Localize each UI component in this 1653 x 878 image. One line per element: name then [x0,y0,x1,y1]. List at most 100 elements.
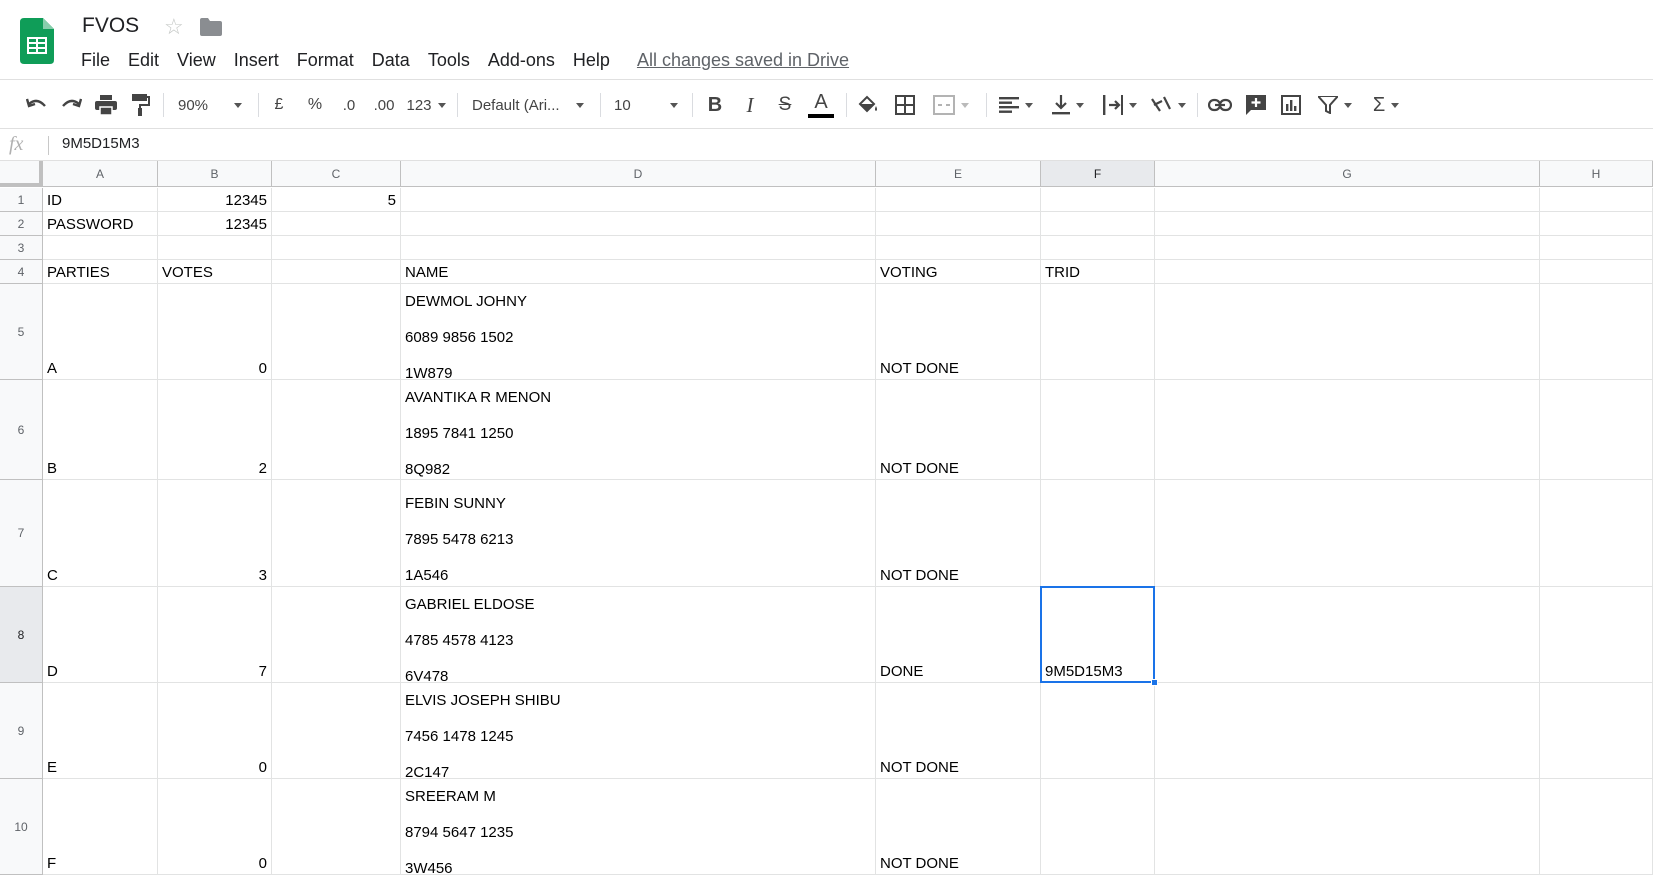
select-all-corner[interactable] [0,161,43,187]
cell-a8[interactable]: D [43,587,158,683]
cell-a10[interactable]: F [43,779,158,875]
cell-d1[interactable] [401,188,876,212]
cell-d8[interactable]: GABRIEL ELDOSE 4785 4578 4123 6V478 [401,587,876,683]
cell-a5[interactable]: A [43,284,158,380]
zoom-dropdown[interactable]: 90% [170,89,250,121]
cell-f2[interactable] [1041,212,1155,236]
cell-f6[interactable] [1041,380,1155,480]
menu-help[interactable]: Help [564,48,619,73]
menu-tools[interactable]: Tools [419,48,479,73]
percent-format-button[interactable]: % [302,89,328,121]
vertical-align-button[interactable] [1046,89,1090,121]
cell-h5[interactable] [1540,284,1653,380]
cell-e2[interactable] [876,212,1041,236]
cell-a6[interactable]: B [43,380,158,480]
cell-b6[interactable]: 2 [158,380,272,480]
cell-b7[interactable]: 3 [158,480,272,587]
cell-e5[interactable]: NOT DONE [876,284,1041,380]
cell-e3[interactable] [876,236,1041,260]
cell-e6[interactable]: NOT DONE [876,380,1041,480]
cell-c1[interactable]: 5 [272,188,401,212]
insert-link-button[interactable] [1204,89,1236,121]
cell-g2[interactable] [1155,212,1540,236]
cell-e10[interactable]: NOT DONE [876,779,1041,875]
row-header-10[interactable]: 10 [0,779,43,875]
cell-c2[interactable] [272,212,401,236]
row-header-4[interactable]: 4 [0,260,43,284]
cell-f5[interactable] [1041,284,1155,380]
text-rotation-button[interactable] [1146,89,1190,121]
row-header-8[interactable]: 8 [0,587,43,683]
bold-button[interactable]: B [700,89,730,121]
cell-e4[interactable]: VOTING [876,260,1041,284]
cell-f3[interactable] [1041,236,1155,260]
cell-f10[interactable] [1041,779,1155,875]
italic-button[interactable]: I [735,89,765,121]
cell-b5[interactable]: 0 [158,284,272,380]
cell-g6[interactable] [1155,380,1540,480]
insert-comment-button[interactable] [1240,89,1272,121]
cell-h8[interactable] [1540,587,1653,683]
fill-handle[interactable] [1151,679,1158,686]
cell-h7[interactable] [1540,480,1653,587]
cell-d5[interactable]: DEWMOL JOHNY 6089 9856 1502 1W879 [401,284,876,380]
sheets-logo-icon[interactable] [20,18,54,64]
cell-f9[interactable] [1041,683,1155,779]
formula-input[interactable]: 9M5D15M3 [62,135,140,152]
cell-d4[interactable]: NAME [401,260,876,284]
save-status-link[interactable]: All changes saved in Drive [637,50,849,71]
cell-h1[interactable] [1540,188,1653,212]
cell-b2[interactable]: 12345 [158,212,272,236]
menu-add-ons[interactable]: Add-ons [479,48,564,73]
cell-d10[interactable]: SREERAM M 8794 5647 1235 3W456 [401,779,876,875]
cell-f4[interactable]: TRID [1041,260,1155,284]
cell-d7[interactable]: FEBIN SUNNY 7895 5478 6213 1A546 [401,480,876,587]
cell-b8[interactable]: 7 [158,587,272,683]
insert-chart-button[interactable] [1275,89,1307,121]
fill-color-button[interactable] [853,89,883,121]
cell-c10[interactable] [272,779,401,875]
cell-b10[interactable]: 0 [158,779,272,875]
cell-f7[interactable] [1041,480,1155,587]
column-header-g[interactable]: G [1155,161,1540,187]
cell-e1[interactable] [876,188,1041,212]
cell-d9[interactable]: ELVIS JOSEPH SHIBU 7456 1478 1245 2C147 [401,683,876,779]
cell-g7[interactable] [1155,480,1540,587]
cell-h3[interactable] [1540,236,1653,260]
row-header-3[interactable]: 3 [0,236,43,260]
column-header-f[interactable]: F [1041,161,1155,187]
cell-g9[interactable] [1155,683,1540,779]
currency-format-button[interactable]: £ [266,89,292,121]
cell-h2[interactable] [1540,212,1653,236]
document-title[interactable]: FVOS [82,14,139,38]
cell-h4[interactable] [1540,260,1653,284]
cell-f1[interactable] [1041,188,1155,212]
horizontal-align-button[interactable] [994,89,1038,121]
font-family-dropdown[interactable]: Default (Ari... [466,89,590,121]
row-header-5[interactable]: 5 [0,284,43,380]
print-button[interactable] [91,89,121,121]
column-header-c[interactable]: C [272,161,401,187]
strikethrough-button[interactable]: S [770,89,800,121]
column-header-d[interactable]: D [401,161,876,187]
undo-button[interactable] [22,89,52,121]
cell-d6[interactable]: AVANTIKA R MENON 1895 7841 1250 8Q982 [401,380,876,480]
merge-cells-button[interactable] [928,89,974,121]
column-header-h[interactable]: H [1540,161,1653,187]
row-header-9[interactable]: 9 [0,683,43,779]
cell-g4[interactable] [1155,260,1540,284]
column-header-e[interactable]: E [876,161,1041,187]
cell-b4[interactable]: VOTES [158,260,272,284]
cell-g8[interactable] [1155,587,1540,683]
folder-icon[interactable] [200,18,222,36]
cell-c6[interactable] [272,380,401,480]
menu-edit[interactable]: Edit [119,48,168,73]
text-color-button[interactable]: A [804,89,838,121]
cell-f8[interactable]: 9M5D15M3 [1041,587,1155,683]
cell-e7[interactable]: NOT DONE [876,480,1041,587]
menu-insert[interactable]: Insert [225,48,288,73]
row-header-6[interactable]: 6 [0,380,43,480]
cell-a4[interactable]: PARTIES [43,260,158,284]
decrease-decimal-button[interactable]: .0 [334,89,364,121]
cell-e8[interactable]: DONE [876,587,1041,683]
